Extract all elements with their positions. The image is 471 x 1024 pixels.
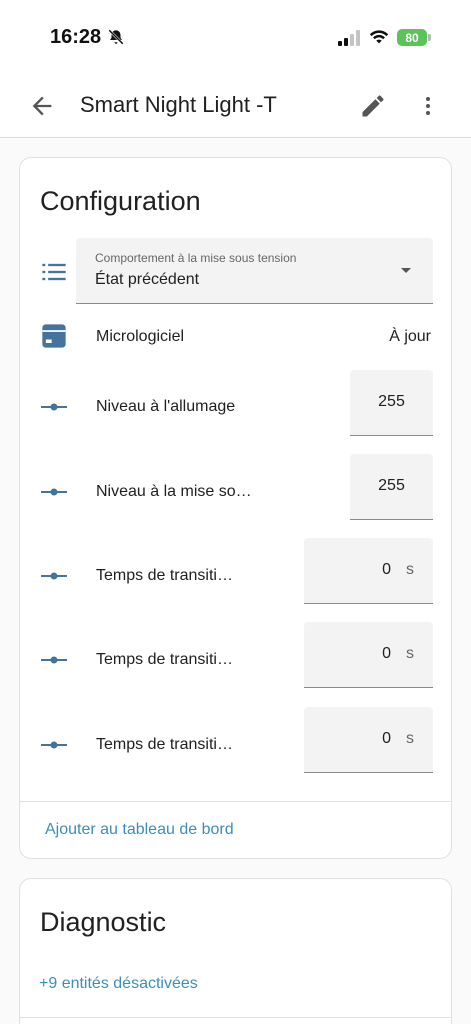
bell-muted-icon xyxy=(108,29,124,45)
dropdown-arrow-icon xyxy=(401,268,411,273)
divider xyxy=(20,801,451,802)
battery-level: 80 xyxy=(405,30,419,45)
firmware-status: À jour xyxy=(389,328,431,345)
transition-time-input-1[interactable]: 0 s xyxy=(304,538,433,604)
row-label: Temps de transiti… xyxy=(96,736,233,753)
firmware-label[interactable]: Micrologiciel xyxy=(96,328,184,346)
status-time: 16:28 xyxy=(50,26,102,48)
disabled-entities-link[interactable]: +9 entités désactivées xyxy=(39,975,198,993)
row-label: Temps de transiti… xyxy=(96,567,233,584)
page-title: Smart Night Light -T xyxy=(80,92,277,117)
transition-time-input-2[interactable]: 0 s xyxy=(304,622,433,688)
unit-label: s xyxy=(406,645,414,662)
slider-icon xyxy=(41,488,67,496)
more-vertical-icon[interactable] xyxy=(416,92,440,120)
unit-label: s xyxy=(406,730,414,747)
row-label: Niveau à l'allumage xyxy=(96,398,236,415)
diagnostic-title: Diagnostic xyxy=(40,907,167,937)
power-on-behavior-label: Comportement à la mise sous tension xyxy=(95,251,297,265)
app-header: Smart Night Light -T xyxy=(0,76,471,138)
configuration-title: Configuration xyxy=(40,186,201,216)
divider xyxy=(20,1017,451,1018)
diagnostic-card: Diagnostic +9 entités désactivées xyxy=(19,878,452,1024)
transition-time-value: 0 xyxy=(382,561,391,578)
slider-icon xyxy=(41,741,67,749)
transition-time-value: 0 xyxy=(382,730,391,747)
battery-indicator: 80 xyxy=(397,29,427,46)
row-label: Temps de transiti… xyxy=(96,651,233,668)
slider-icon xyxy=(41,656,67,664)
unit-label: s xyxy=(406,561,414,578)
wifi-icon xyxy=(369,30,389,44)
list-icon xyxy=(42,263,66,281)
cellular-signal-icon xyxy=(338,30,360,46)
power-on-behavior-value: État précédent xyxy=(95,271,200,288)
power-on-level-value: 255 xyxy=(378,477,405,494)
power-on-behavior-select[interactable]: Comportement à la mise sous tension État… xyxy=(76,238,433,304)
transition-time-input-3[interactable]: 0 s xyxy=(304,707,433,773)
pencil-icon[interactable] xyxy=(359,92,387,120)
status-bar: 16:28 80 xyxy=(0,0,471,76)
configuration-card: Configuration Comportement à la mise sou… xyxy=(19,157,452,859)
on-level-input[interactable]: 255 xyxy=(350,370,433,436)
firmware-chip-icon xyxy=(42,324,66,348)
battery-tip xyxy=(428,34,431,41)
row-label: Niveau à la mise so… xyxy=(96,483,252,500)
power-on-level-input[interactable]: 255 xyxy=(350,454,433,520)
slider-icon xyxy=(41,572,67,580)
slider-icon xyxy=(41,403,67,411)
transition-time-value: 0 xyxy=(382,645,391,662)
on-level-value: 255 xyxy=(378,393,405,410)
back-arrow-icon[interactable] xyxy=(28,92,56,120)
add-to-dashboard-button[interactable]: Ajouter au tableau de bord xyxy=(45,821,234,839)
